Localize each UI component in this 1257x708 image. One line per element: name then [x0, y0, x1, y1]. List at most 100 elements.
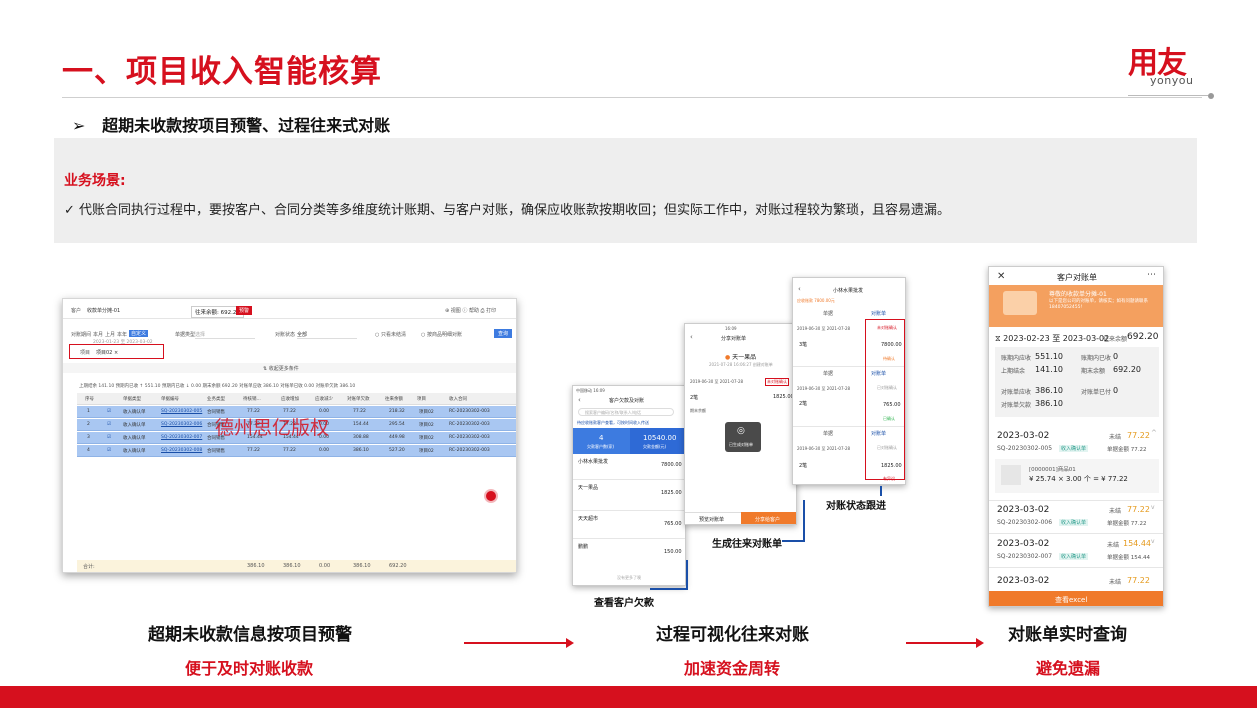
share-button[interactable]: 分享给客户 — [755, 516, 780, 523]
total-cell: 386.10 — [247, 563, 265, 569]
col-ar-dec: 应收减少 — [315, 397, 333, 402]
callout-line — [803, 500, 805, 542]
status-tag: 未对账确认 — [765, 378, 789, 386]
entry-tag: 收入确认单 — [1059, 445, 1089, 452]
callout-line — [686, 560, 688, 590]
entry-date[interactable]: 2023-03-02 — [997, 539, 1049, 549]
col-doc-type: 单据类型 — [123, 397, 141, 402]
divider — [989, 500, 1163, 501]
col-bill[interactable]: 单据 — [823, 310, 833, 317]
cell: RC-20230302-003 — [449, 409, 490, 414]
entry-doc-no[interactable]: SQ-20230302-005 — [997, 445, 1052, 452]
doc-link[interactable]: SQ-20230302-008 — [161, 448, 202, 453]
entry-date[interactable]: 2023-03-02 — [997, 431, 1049, 441]
cell: 项目02 — [419, 410, 434, 415]
customer-name[interactable]: 天一果品 — [578, 484, 598, 491]
period-range-text: 2023-02-23 至 2023-03-02 — [1003, 334, 1110, 343]
table-row[interactable]: 4 ☑ 收入确认单 SQ-20230302-008 合同销售 77.22 77.… — [77, 445, 516, 457]
col-index: 序号 — [85, 397, 94, 402]
period-this-month[interactable]: 本月 — [93, 331, 103, 338]
close-icon[interactable]: ✕ — [997, 271, 1005, 282]
phone-title: 客户对账单 — [1057, 273, 1097, 282]
period-custom[interactable]: 自定义 — [129, 330, 149, 337]
entry-doc-no[interactable]: SQ-20230302-006 — [997, 519, 1052, 526]
toolbar-actions[interactable]: ⊕ 视图 ⓘ 帮助 ⎙ 打印 — [445, 307, 496, 314]
period-last-month[interactable]: 上月 — [105, 331, 115, 338]
create-date: 2021-07-28 16:06:27 创建对账单 — [709, 362, 773, 367]
entry-doc-no[interactable]: SQ-20230302-007 — [997, 553, 1052, 560]
stat2-value: 10540.00 — [643, 434, 677, 442]
col-ar-inc: 应收增加 — [281, 397, 299, 402]
filter-status-label: 对账状态 — [275, 332, 296, 338]
query-button[interactable]: 查询 — [494, 329, 513, 338]
cell: 收入确认单 — [123, 410, 146, 415]
col-bill[interactable]: 单据 — [823, 430, 833, 437]
chevron-down-icon[interactable]: v — [1151, 504, 1155, 511]
col-statement[interactable]: 对账单 — [871, 310, 886, 317]
cell: 收入确认单 — [123, 449, 146, 454]
filter-type-select[interactable]: 选择 — [195, 331, 255, 339]
cell: 项目02 — [419, 423, 434, 428]
row-checkbox[interactable]: ☑ — [107, 435, 111, 440]
phone-statement-query: ✕ 客户对账单 ⋯ 尊敬的收款单分摊-01 以下是您公司的对账单，请核实；如有问… — [988, 266, 1164, 607]
check-goods-detail[interactable]: ○ 按商品明细对账 — [421, 331, 462, 338]
stat1-value: 4 — [599, 434, 604, 442]
customer-name[interactable]: 鹏鹏 — [578, 543, 588, 550]
customer-amount: 7800.00 — [661, 462, 682, 468]
float-action-icon[interactable] — [484, 489, 498, 503]
statement-range: 2019-06-30 至 2021-07-28 — [690, 379, 744, 384]
cell: 收入确认单 — [123, 436, 146, 441]
period-range: ⧖ 2023-02-23 至 2023-03-02 — [995, 334, 1110, 343]
stat-value: 141.10 — [1035, 365, 1063, 374]
more-icon[interactable]: ⋯ — [1147, 270, 1156, 280]
more-filters-toggle[interactable]: ⇅ 收起更多条件 — [263, 365, 299, 372]
back-icon[interactable]: ‹ — [798, 285, 801, 293]
callout-track-status: 对账状态跟进 — [826, 501, 886, 512]
back-icon[interactable]: ‹ — [690, 333, 693, 341]
row-checkbox[interactable]: ☑ — [107, 422, 111, 427]
filter-status-select[interactable]: 全部 — [297, 331, 357, 339]
col-bill[interactable]: 单据 — [823, 370, 833, 377]
divider — [573, 510, 685, 511]
ar-summary: 应收账款 7800.00元 — [797, 298, 835, 303]
doc-link[interactable]: SQ-20230302-005 — [161, 409, 202, 414]
cell: 项目02 — [419, 436, 434, 441]
project-select[interactable]: 项目02 × — [96, 349, 118, 356]
stat-value: 0 — [1113, 352, 1119, 361]
cell: 2 — [87, 422, 90, 427]
section-subtitle: ➢ 超期未收款按项目预警、过程往来式对账 — [72, 112, 390, 136]
customer-value[interactable]: 收款单分摊-01 — [87, 307, 120, 314]
check-unsettled[interactable]: ○ 只看未结清 — [375, 331, 406, 338]
excel-button[interactable]: 查看excel — [1055, 595, 1087, 605]
doc-link[interactable]: SQ-20230302-007 — [161, 435, 202, 440]
row-checkbox[interactable]: ☑ — [107, 448, 111, 453]
doc-link[interactable]: SQ-20230302-006 — [161, 422, 202, 427]
callout-line — [650, 588, 686, 590]
callout-line — [880, 486, 882, 496]
status-bar: 16:09 — [725, 326, 737, 331]
shop-name: ● 天一果品 — [725, 352, 756, 361]
watermark-text: 德州思亿版权 — [215, 417, 330, 439]
cell: 1 — [87, 409, 90, 414]
chevron-down-icon[interactable]: v — [1151, 538, 1155, 545]
caption-2: 过程可视化往来对账 — [656, 625, 809, 645]
customer-name[interactable]: 小林水果批发 — [578, 458, 608, 465]
project-label: 项目 — [80, 350, 91, 356]
phone-status-tracking: ‹ 小林水果批发 应收账款 7800.00元 单据 对账单 2019-06-30… — [792, 277, 906, 485]
entry-total: 单据金额 77.22 — [1107, 447, 1147, 453]
customer-name[interactable]: 天天超市 — [578, 515, 598, 522]
logo-underline — [1128, 95, 1208, 96]
filter-type-label: 单据类型 — [175, 332, 196, 338]
back-icon[interactable]: ‹ — [578, 396, 581, 404]
caption-1: 超期未收款信息按项目预警 — [148, 625, 352, 645]
entry-date[interactable]: 2023-03-02 — [997, 505, 1049, 515]
preview-button[interactable]: 预览对账单 — [699, 516, 724, 523]
period-this-year[interactable]: 本年 — [117, 331, 127, 338]
search-input[interactable]: 搜索客户编码/名称/联系人/电话 — [578, 408, 674, 416]
entry-total: 单据金额 154.44 — [1107, 555, 1150, 561]
chevron-up-icon[interactable]: ^ — [1151, 429, 1157, 437]
entry-date[interactable]: 2023-03-02 — [997, 576, 1049, 586]
status-bar: 中国移动 16:09 — [576, 388, 605, 393]
row-checkbox[interactable]: ☑ — [107, 409, 111, 414]
scenario-box — [54, 138, 1197, 243]
